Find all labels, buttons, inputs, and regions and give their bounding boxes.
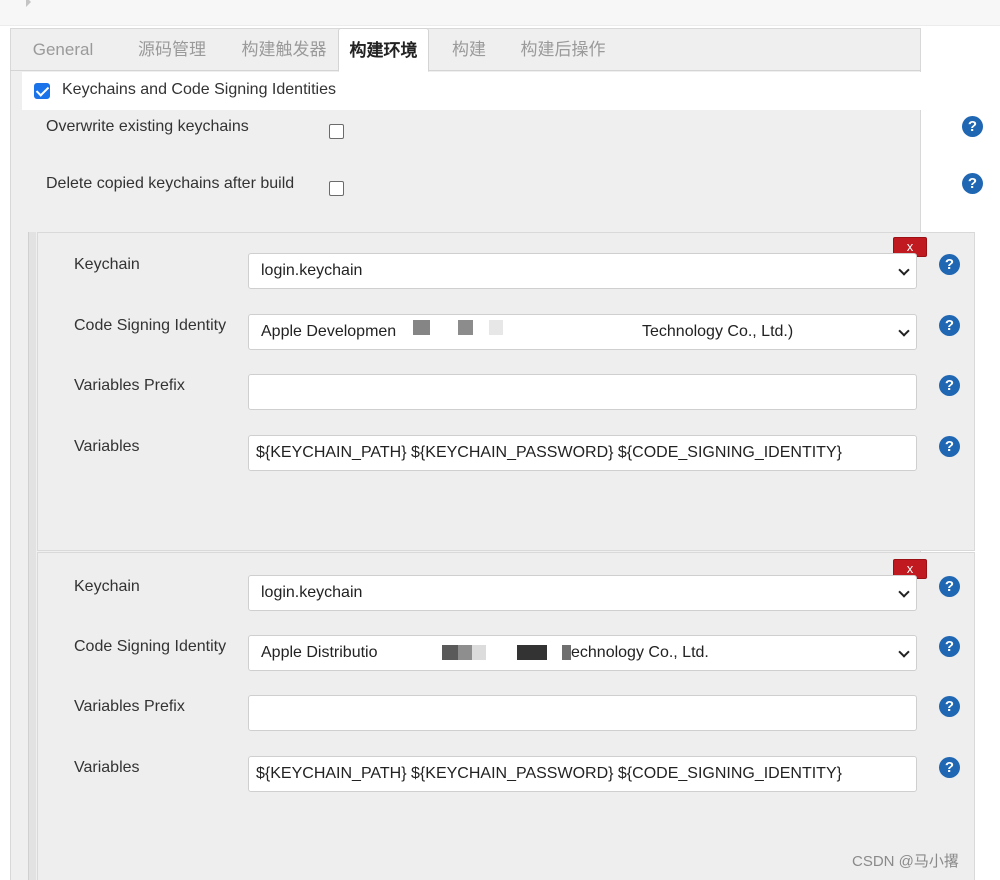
- redaction-mosaic: [442, 645, 458, 660]
- tab-source-management[interactable]: 源码管理: [122, 28, 222, 71]
- variables-prefix-input[interactable]: [248, 374, 917, 410]
- chevron-down-icon: [898, 264, 910, 276]
- section-title: Keychains and Code Signing Identities: [62, 81, 336, 98]
- help-icon[interactable]: ?: [939, 576, 960, 597]
- keychain-label: Keychain: [74, 578, 140, 595]
- help-icon[interactable]: ?: [939, 375, 960, 396]
- help-icon[interactable]: ?: [939, 315, 960, 336]
- variables-label: Variables: [74, 759, 140, 776]
- block-stripe: [28, 552, 36, 880]
- help-icon[interactable]: ?: [939, 436, 960, 457]
- top-bar: [0, 0, 1000, 26]
- identity-value-start: Apple Distributio: [261, 644, 378, 661]
- redaction-mask: [401, 316, 639, 348]
- tab-post-build-actions[interactable]: 构建后操作: [510, 28, 616, 71]
- variables-label: Variables: [74, 438, 140, 455]
- overwrite-keychains-checkbox[interactable]: [329, 124, 344, 139]
- tab-build-environment[interactable]: 构建环境: [338, 28, 429, 72]
- identity-value-end: echnology Co., Ltd.: [571, 644, 709, 661]
- help-icon[interactable]: ?: [962, 173, 983, 194]
- delete-copied-keychains-checkbox[interactable]: [329, 181, 344, 196]
- redaction-mosaic: [458, 645, 472, 660]
- chevron-down-icon: [898, 325, 910, 337]
- redaction-mosaic: [489, 320, 503, 335]
- keychains-enable-checkbox[interactable]: [34, 83, 50, 99]
- variables-prefix-label: Variables Prefix: [74, 698, 185, 715]
- overwrite-keychains-label: Overwrite existing keychains: [46, 118, 249, 135]
- help-icon[interactable]: ?: [939, 254, 960, 275]
- redaction-mosaic: [413, 320, 430, 335]
- variables-prefix-label: Variables Prefix: [74, 377, 185, 394]
- variables-prefix-input[interactable]: [248, 695, 917, 731]
- chevron-down-icon: [898, 586, 910, 598]
- watermark: CSDN @马小撂: [852, 853, 959, 870]
- tab-bar: General 源码管理 构建触发器 构建环境 构建 构建后操作: [10, 28, 921, 72]
- variables-input[interactable]: ${KEYCHAIN_PATH} ${KEYCHAIN_PASSWORD} ${…: [248, 756, 917, 792]
- code-signing-identity-label: Code Signing Identity: [74, 638, 227, 655]
- code-signing-identity-select[interactable]: Apple Developmen Technology Co., Ltd.): [248, 314, 917, 350]
- help-icon[interactable]: ?: [939, 696, 960, 717]
- block-stripe: [28, 232, 36, 552]
- delete-copied-keychains-label: Delete copied keychains after build: [46, 175, 295, 192]
- identity-value-end: Technology Co., Ltd.): [642, 323, 794, 340]
- caret-icon: [26, 0, 31, 7]
- help-icon[interactable]: ?: [962, 116, 983, 137]
- redaction-mosaic: [458, 320, 473, 335]
- keychain-select[interactable]: login.keychain: [248, 575, 917, 611]
- tab-build[interactable]: 构建: [442, 28, 496, 71]
- variables-input[interactable]: ${KEYCHAIN_PATH} ${KEYCHAIN_PASSWORD} ${…: [248, 435, 917, 471]
- chevron-down-icon: [898, 646, 910, 658]
- tab-general[interactable]: General: [22, 28, 104, 71]
- redaction-mosaic: [562, 645, 571, 660]
- tab-build-triggers[interactable]: 构建触发器: [226, 28, 342, 71]
- identity-value-start: Apple Developmen: [261, 323, 397, 340]
- code-signing-identity-select[interactable]: Apple Distributio echnology Co., Ltd.: [248, 635, 917, 671]
- redaction-mosaic: [517, 645, 547, 660]
- code-signing-identity-label: Code Signing Identity: [74, 317, 227, 334]
- keychain-select[interactable]: login.keychain: [248, 253, 917, 289]
- keychain-value: login.keychain: [261, 262, 363, 279]
- redaction-mosaic: [472, 645, 486, 660]
- help-icon[interactable]: ?: [939, 636, 960, 657]
- keychain-label: Keychain: [74, 256, 140, 273]
- keychain-value: login.keychain: [261, 584, 363, 601]
- help-icon[interactable]: ?: [939, 757, 960, 778]
